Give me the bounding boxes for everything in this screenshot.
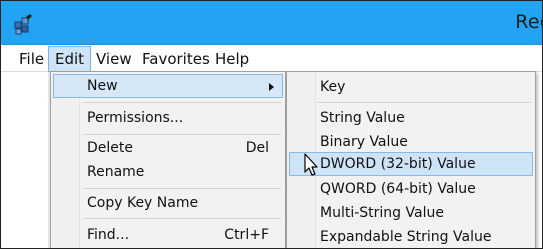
menu-item-label: Find... [87, 227, 130, 243]
title-bar[interactable]: Reg [1, 1, 542, 45]
registry-editor-window: Reg File Edit View Favorites Help New Pe… [0, 0, 543, 249]
menu-item-label: Permissions... [87, 110, 184, 126]
menu-item-label: Multi-String Value [320, 205, 444, 221]
edit-dropdown-menu: New Permissions... Delete Del Rename Cop… [50, 71, 286, 248]
registry-editor-icon[interactable] [12, 14, 34, 36]
menu-separator [317, 102, 531, 103]
mouse-pointer-icon [304, 153, 318, 176]
new-submenu: Key String Value Binary Value DWORD (32-… [286, 71, 536, 248]
menu-item-rename[interactable]: Rename [53, 160, 283, 184]
menu-item-find[interactable]: Find... Ctrl+F [53, 223, 283, 247]
submenu-item-expandable-string-value[interactable]: Expandable String Value [289, 225, 533, 248]
submenu-item-qword-value[interactable]: QWORD (64-bit) Value [289, 177, 533, 201]
menu-item-label: Copy Key Name [87, 195, 199, 211]
menu-item-label: DWORD (32-bit) Value [320, 156, 476, 172]
menu-item-shortcut: Ctrl+F [224, 227, 269, 243]
submenu-item-binary-value[interactable]: Binary Value [289, 130, 533, 154]
menu-item-label: Binary Value [320, 134, 408, 150]
menu-separator [83, 188, 281, 189]
submenu-item-key[interactable]: Key [289, 75, 533, 99]
submenu-arrow-icon [269, 83, 274, 91]
menu-separator [83, 134, 281, 135]
menu-item-copy-key-name[interactable]: Copy Key Name [53, 191, 283, 215]
menu-edit[interactable]: Edit [48, 46, 92, 72]
menu-item-new[interactable]: New [53, 74, 283, 98]
menu-file[interactable]: File [13, 46, 50, 72]
window-title: Reg [515, 11, 542, 33]
menu-item-label: Delete [87, 140, 133, 156]
submenu-item-string-value[interactable]: String Value [289, 106, 533, 130]
menu-item-label: Rename [87, 164, 145, 180]
submenu-item-multi-string-value[interactable]: Multi-String Value [289, 201, 533, 225]
menu-bar: File Edit View Favorites Help [1, 46, 542, 72]
submenu-item-dword-value[interactable]: DWORD (32-bit) Value [289, 152, 533, 176]
menu-favorites[interactable]: Favorites [136, 46, 216, 72]
menu-item-label: Expandable String Value [320, 229, 492, 245]
menu-separator [83, 102, 281, 103]
menu-item-delete[interactable]: Delete Del [53, 136, 283, 160]
menu-help[interactable]: Help [209, 46, 255, 72]
menu-item-label: Key [320, 79, 346, 95]
menu-item-permissions[interactable]: Permissions... [53, 106, 283, 130]
menu-item-label: QWORD (64-bit) Value [320, 181, 476, 197]
menu-view[interactable]: View [90, 46, 138, 72]
menu-separator [83, 218, 281, 219]
menu-item-label: String Value [320, 110, 405, 126]
menu-item-shortcut: Del [245, 140, 269, 156]
menu-item-label: New [87, 78, 118, 94]
